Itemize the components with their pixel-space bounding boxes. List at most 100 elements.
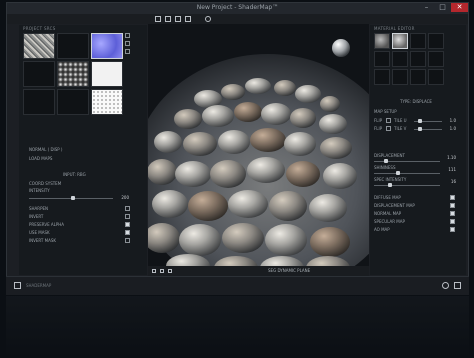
- specular-map-checkbox[interactable]: [450, 219, 455, 224]
- material-slot-6[interactable]: [392, 51, 408, 67]
- shininess-slider[interactable]: [374, 171, 440, 175]
- flip-u-checkbox[interactable]: [386, 118, 391, 123]
- tile-view-icon[interactable]: [125, 49, 130, 54]
- material-slot-10[interactable]: [392, 69, 408, 85]
- 3d-viewport[interactable]: [148, 24, 369, 276]
- light-icon[interactable]: [168, 269, 172, 273]
- app-window: New Project - ShaderMap™ – □ ✕ PROJECT S…: [6, 2, 469, 294]
- intensity-slider[interactable]: [29, 196, 113, 200]
- source-tile-empty[interactable]: [23, 89, 55, 115]
- shininess-label: SHININESS: [374, 165, 396, 170]
- option-label: USE MASK: [29, 230, 50, 235]
- tile-u-value: 1.0: [449, 118, 456, 123]
- map-label: NORMAL MAP: [374, 211, 402, 216]
- wireframe-icon[interactable]: [160, 269, 164, 273]
- preserve-alpha-checkbox[interactable]: [125, 222, 130, 227]
- toolbar: [7, 14, 468, 24]
- shininess-value: 111: [448, 167, 456, 172]
- displacement-slider-knob[interactable]: [384, 159, 388, 163]
- displacement-map-checkbox[interactable]: [450, 203, 455, 208]
- normal-map-checkbox[interactable]: [450, 211, 455, 216]
- tile-v-slider[interactable]: [414, 127, 442, 131]
- ao-map-checkbox[interactable]: [450, 227, 455, 232]
- use-mask-checkbox[interactable]: [125, 230, 130, 235]
- tile-u-label: TILE U: [394, 118, 407, 123]
- spec-intensity-slider-knob[interactable]: [388, 183, 392, 187]
- map-label: DISPLACEMENT MAP: [374, 203, 415, 208]
- tile-v-label: TILE V: [394, 126, 407, 131]
- displacement-value: 1.10: [447, 155, 456, 160]
- tile-add-icon[interactable]: [125, 33, 130, 38]
- source-tile-empty[interactable]: [57, 33, 89, 59]
- render-mode-icon[interactable]: [152, 269, 156, 273]
- flip-u-label: FLIP: [374, 118, 383, 123]
- source-tile-empty[interactable]: [57, 89, 89, 115]
- shininess-slider-knob[interactable]: [396, 171, 400, 175]
- source-tile-diffuse[interactable]: [23, 33, 55, 59]
- spec-intensity-slider[interactable]: [374, 183, 440, 187]
- intensity-slider-knob[interactable]: [71, 196, 75, 200]
- tile-u-slider[interactable]: [414, 119, 442, 123]
- source-tile-empty[interactable]: [23, 61, 55, 87]
- source-tile-displacement[interactable]: [91, 61, 123, 87]
- invert-checkbox[interactable]: [125, 214, 130, 219]
- intensity-label: INTENSITY: [29, 188, 50, 193]
- diffuse-map-checkbox[interactable]: [450, 195, 455, 200]
- source-tile-normal[interactable]: [91, 33, 123, 59]
- minimize-button[interactable]: –: [419, 3, 434, 12]
- option-label: INVERT MASK: [29, 238, 56, 243]
- material-slot-12[interactable]: [428, 69, 444, 85]
- material-editor-label: MATERIAL EDITOR: [374, 26, 415, 31]
- spec-intensity-value: 16: [450, 179, 456, 184]
- preview-sphere-icon[interactable]: [332, 39, 350, 57]
- input-label: INPUT: RBG: [63, 172, 86, 177]
- export-icon[interactable]: [454, 282, 461, 289]
- bottom-bar: SHADERMAP: [6, 276, 469, 295]
- load-maps-button[interactable]: LOAD MAPS: [29, 156, 52, 161]
- open-project-icon[interactable]: [165, 16, 171, 22]
- material-slot-4[interactable]: [428, 33, 444, 49]
- map-label: SPECULAR MAP: [374, 219, 405, 224]
- coord-system-label: COORD SYSTEM: [29, 181, 62, 186]
- source-tile-specular[interactable]: [91, 89, 123, 115]
- displacement-label: DISPLACEMENT: [374, 153, 405, 158]
- window-title: New Project - ShaderMap™: [196, 4, 279, 11]
- new-project-icon[interactable]: [155, 16, 161, 22]
- displacement-slider[interactable]: [374, 159, 440, 163]
- app-name: SHADERMAP: [26, 283, 52, 288]
- viewport-status-bar: SEG DYNAMIC PLANE: [148, 266, 369, 276]
- material-slot-1[interactable]: [374, 33, 390, 49]
- app-logo-icon: [14, 282, 21, 289]
- flip-v-checkbox[interactable]: [386, 126, 391, 131]
- maximize-button[interactable]: □: [435, 3, 450, 12]
- save-as-icon[interactable]: [185, 16, 191, 22]
- option-label: SHARPEN: [29, 206, 48, 211]
- close-button[interactable]: ✕: [451, 3, 468, 12]
- source-tile-ao[interactable]: [57, 61, 89, 87]
- save-project-icon[interactable]: [175, 16, 181, 22]
- left-panel: PROJECT SRCS NORMAL ( DISP ) LOAD MAPS I…: [19, 25, 147, 275]
- option-label: PRESERVE ALPHA: [29, 222, 65, 227]
- tile-v-value: 1.0: [449, 126, 456, 131]
- map-type-label: NORMAL ( DISP ): [29, 147, 63, 152]
- flip-v-label: FLIP: [374, 126, 383, 131]
- type-label: TYPE: DISPLACE: [400, 99, 432, 104]
- material-slot-5[interactable]: [374, 51, 390, 67]
- material-slot-2[interactable]: [392, 33, 408, 49]
- tile-u-slider-knob[interactable]: [418, 119, 422, 123]
- invert-mask-checkbox[interactable]: [125, 238, 130, 243]
- material-slot-8[interactable]: [428, 51, 444, 67]
- material-slot-9[interactable]: [374, 69, 390, 85]
- settings-icon[interactable]: [205, 16, 211, 22]
- sharpen-checkbox[interactable]: [125, 206, 130, 211]
- material-slot-7[interactable]: [410, 51, 426, 67]
- help-icon[interactable]: [442, 282, 449, 289]
- material-slot-3[interactable]: [410, 33, 426, 49]
- spec-intensity-label: SPEC INTENSITY: [374, 177, 407, 182]
- material-slot-11[interactable]: [410, 69, 426, 85]
- map-label: AO MAP: [374, 227, 390, 232]
- tile-tools: [125, 33, 131, 63]
- rock-render: [148, 24, 369, 276]
- tile-remove-icon[interactable]: [125, 41, 130, 46]
- tile-v-slider-knob[interactable]: [418, 127, 422, 131]
